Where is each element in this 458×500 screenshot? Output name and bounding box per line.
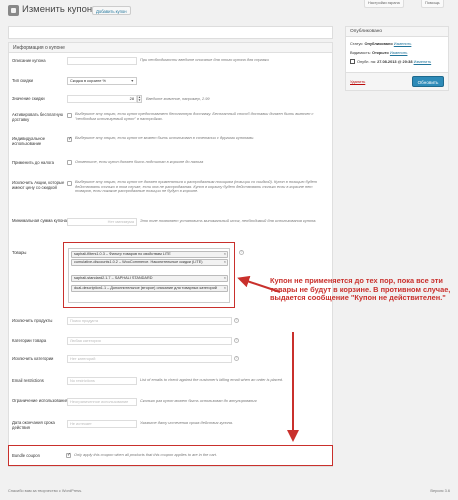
label-description: Описание купона bbox=[12, 58, 46, 63]
email-restrictions-help: List of emails to check against the cust… bbox=[140, 377, 284, 382]
publish-box: Опубликовано Статус: Опубликовано Измени… bbox=[345, 26, 449, 91]
label-bundle-coupon: Bundle coupon bbox=[12, 453, 40, 458]
description-help: При необходимости введите описание для э… bbox=[140, 57, 269, 62]
amount-stepper[interactable]: ▲ ▼ bbox=[137, 95, 142, 103]
product-tag-label: cumulative-discounts1.0.2 – WooCommerce.… bbox=[74, 260, 203, 264]
edit-status-link[interactable]: Изменить bbox=[394, 41, 412, 46]
label-amount: Значение скидки bbox=[12, 96, 45, 101]
before-tax-checkbox[interactable] bbox=[67, 160, 72, 165]
date-label: Опубл. на: bbox=[357, 59, 377, 64]
before-tax-help: Отметьте, если купон должен быть подсчит… bbox=[75, 159, 204, 164]
label-usage-limit: Ограничение использования bbox=[12, 398, 68, 403]
panel-title: Информация о купоне bbox=[9, 43, 332, 53]
products-tag-input[interactable]: saphali-filters1.0.3 – Фильтр товаров по… bbox=[68, 248, 230, 303]
product-tag-label: saphali-standard2.1.7 – SAPHALI STANDARD bbox=[74, 276, 153, 280]
status-value: Опубликовано bbox=[364, 41, 393, 46]
page-title: Изменить купон bbox=[22, 4, 93, 15]
footer-version: Версия 3.6 bbox=[430, 488, 450, 493]
product-tag-label: dual-description1.1 – Дополнительное (вт… bbox=[74, 286, 217, 290]
expiry-date-input[interactable]: Не истекает bbox=[67, 420, 137, 428]
label-products: Товары bbox=[12, 250, 27, 255]
chevron-down-icon: ▼ bbox=[130, 79, 134, 83]
product-tag[interactable]: saphali-standard2.1.7 – SAPHALI STANDARD… bbox=[71, 275, 228, 282]
add-coupon-button[interactable]: Добавить купон bbox=[92, 6, 131, 15]
remove-tag-icon[interactable]: × bbox=[224, 252, 226, 257]
date-line: Опубл. на: 27.08.2013 @ 20:38 Изменить bbox=[357, 59, 431, 64]
publish-box-title: Опубликовано bbox=[346, 27, 448, 37]
email-restrictions-input[interactable]: No restrictions bbox=[67, 377, 137, 385]
status-line: Статус: Опубликовано Изменить bbox=[350, 41, 411, 46]
product-categories-input[interactable]: Любая категория bbox=[67, 337, 232, 345]
screen-options-tab[interactable]: Настройки экрана bbox=[364, 0, 404, 8]
status-label: Статус: bbox=[350, 41, 364, 46]
publish-actions: Удалить Обновить bbox=[346, 72, 448, 90]
bundle-coupon-checkbox[interactable] bbox=[66, 452, 71, 458]
exclude-categories-help-icon: ? bbox=[234, 356, 239, 361]
remove-tag-icon[interactable]: × bbox=[224, 276, 226, 281]
description-input[interactable] bbox=[67, 57, 137, 65]
label-discount-type: Тип скидки bbox=[12, 78, 34, 83]
trash-link[interactable]: Удалить bbox=[350, 79, 365, 84]
bundle-coupon-row: Bundle coupon Only apply this coupon whe… bbox=[8, 445, 333, 466]
label-exclude-categories: Исключить категории bbox=[12, 356, 54, 361]
minimum-amount-help: Это поле позволяет установить минимальны… bbox=[140, 218, 317, 223]
update-button[interactable]: Обновить bbox=[412, 76, 444, 87]
exclude-products-input[interactable]: Поиск продукта bbox=[67, 317, 232, 325]
edit-date-link[interactable]: Изменить bbox=[414, 59, 432, 64]
free-shipping-help: Выберите эту опцию, если купон предостав… bbox=[75, 111, 314, 121]
product-tag[interactable]: cumulative-discounts1.0.2 – WooCommerce.… bbox=[71, 259, 228, 266]
exclude-sale-checkbox[interactable] bbox=[67, 181, 72, 186]
exclude-sale-help: Выберите эту опцию, если купон не должен… bbox=[75, 179, 318, 194]
exclude-categories-input[interactable]: Нет категорий bbox=[67, 355, 232, 363]
label-free-shipping: Активировать бесплатную доставку bbox=[12, 112, 64, 123]
visibility-label: Видимость: bbox=[350, 50, 371, 55]
product-tag-label: saphali-filters1.0.3 – Фильтр товаров по… bbox=[74, 252, 171, 256]
date-value: 27.08.2013 @ 20:38 bbox=[377, 59, 413, 64]
usage-limit-help: Сколько раз купон может быть использован… bbox=[140, 398, 257, 403]
amount-help: Введите значение, например, 2.99 bbox=[146, 96, 210, 101]
minimum-amount-input[interactable]: Нет минимума bbox=[67, 218, 137, 226]
remove-tag-icon[interactable]: × bbox=[224, 260, 226, 265]
products-help-icon: ? bbox=[239, 250, 244, 255]
label-individual-use: Индивидуальное использование bbox=[12, 136, 46, 147]
label-email-restrictions: Email restrictions bbox=[12, 378, 44, 383]
label-exclude-sale: Исключить Акции, которые имеют цену со с… bbox=[12, 180, 65, 191]
exclude-products-help-icon: ? bbox=[234, 318, 239, 323]
discount-type-select[interactable]: Скидка в корзине % ▼ bbox=[67, 77, 137, 85]
label-minimum-amount: Минимальная сумма купона bbox=[12, 218, 67, 223]
free-shipping-checkbox[interactable] bbox=[67, 113, 72, 118]
discount-type-value: Скидка в корзине % bbox=[70, 78, 106, 83]
top-bar: Изменить купон Добавить купон Настройки … bbox=[0, 0, 458, 22]
amount-input[interactable]: 28 bbox=[67, 95, 137, 103]
individual-use-help: Выберите эту опцию, если купон не может … bbox=[75, 135, 255, 140]
coupon-name-input[interactable] bbox=[8, 26, 333, 39]
expiry-date-help: Укажите дату истечения срока действия ку… bbox=[140, 420, 234, 425]
product-tag[interactable]: saphali-filters1.0.3 – Фильтр товаров по… bbox=[71, 251, 228, 258]
annotation-note: Купон не применяется до тех пор, пока вс… bbox=[270, 276, 451, 303]
product-tag[interactable]: dual-description1.1 – Дополнительное (вт… bbox=[71, 285, 228, 292]
coupon-page-icon bbox=[8, 5, 19, 16]
label-expiry-date: Дата окончания срока действия bbox=[12, 420, 55, 431]
individual-use-checkbox[interactable] bbox=[67, 136, 72, 142]
label-before-tax: Применить до налога bbox=[12, 160, 54, 165]
remove-tag-icon[interactable]: × bbox=[224, 286, 226, 291]
label-exclude-products: Исключить продукты bbox=[12, 318, 53, 323]
visibility-value: Открыто bbox=[371, 50, 389, 55]
bundle-coupon-help: Only apply this coupon when all products… bbox=[74, 452, 217, 457]
calendar-icon bbox=[350, 59, 355, 64]
footer-thanks: Спасибо вам за творчество с WordPress. bbox=[8, 488, 82, 493]
product-categories-help-icon: ? bbox=[234, 338, 239, 343]
footer-thanks-text: Спасибо вам за творчество с WordPress. bbox=[8, 488, 83, 493]
edit-visibility-link[interactable]: Изменить bbox=[390, 50, 408, 55]
label-product-categories: Категории товара bbox=[12, 338, 47, 343]
help-tab[interactable]: Помощь bbox=[421, 0, 444, 8]
visibility-line: Видимость: Открыто Изменить bbox=[350, 50, 407, 55]
usage-limit-input[interactable]: Неограниченное использование bbox=[67, 398, 137, 406]
